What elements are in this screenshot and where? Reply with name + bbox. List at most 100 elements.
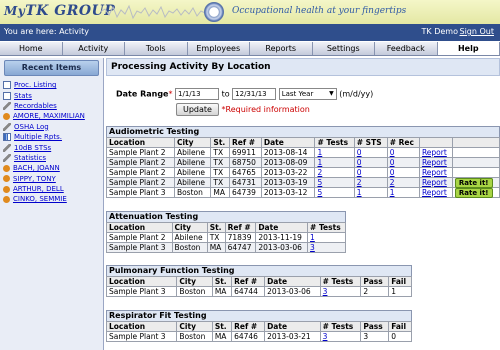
rec-link[interactable]: 1 xyxy=(390,188,395,197)
recent-item[interactable]: CINKO, SEMMIE xyxy=(0,194,103,204)
respirator-section: Respirator Fit Testing Location City St. Re… xyxy=(105,310,412,342)
tests-link[interactable]: 3 xyxy=(310,243,315,252)
header-row: Location City St. Ref # Date # Tests Pass Fail xyxy=(105,276,412,287)
recent-item[interactable]: SIPPY, TONY xyxy=(0,174,103,184)
nav-tab-activity[interactable]: Activity xyxy=(62,42,125,55)
recent-item[interactable]: BACH, JOANN xyxy=(0,163,103,173)
recent-item-link[interactable]: OSHA Log xyxy=(14,123,49,131)
report-link[interactable]: Report xyxy=(422,158,447,167)
cell-tests: 5 xyxy=(314,187,355,198)
tests-link[interactable]: 3 xyxy=(323,332,328,341)
report-link[interactable]: Report xyxy=(422,178,447,187)
tagline: Occupational health at your fingertips xyxy=(232,6,407,16)
recent-item[interactable]: AMORE, MAXIMILIAN xyxy=(0,111,103,121)
tests-link[interactable]: 5 xyxy=(317,178,322,187)
table-row: Sample Plant 2 Abilene TX 71839 2013-11-19 1 xyxy=(106,232,346,243)
cell-tests: 3 xyxy=(319,286,362,297)
recent-item[interactable]: Statistics xyxy=(0,153,103,163)
recent-item-link[interactable]: 10dB STSs xyxy=(14,144,51,152)
table-row: Sample Plant 3 Boston MA 64747 2013-03-06 3 xyxy=(106,242,346,253)
recent-item-link[interactable]: Recordables xyxy=(14,102,57,110)
tests-link[interactable]: 3 xyxy=(323,287,328,296)
nav-tab-settings[interactable]: Settings xyxy=(312,42,375,55)
recent-item-link[interactable]: SIPPY, TONY xyxy=(13,175,56,183)
column-header: City xyxy=(176,321,213,332)
cell-rec: 0 xyxy=(386,167,420,178)
cell-sts: 2 xyxy=(353,177,388,188)
recent-item-link[interactable]: ARTHUR, DELL xyxy=(13,185,64,193)
nav-tab-reports[interactable]: Reports xyxy=(250,42,313,55)
nav-tab-help[interactable]: Help xyxy=(437,42,500,55)
recent-item-link[interactable]: CINKO, SEMMIE xyxy=(13,195,67,203)
logo-tk: TK xyxy=(25,3,49,19)
column-header: Pass xyxy=(360,321,390,332)
cell-location: Sample Plant 3 xyxy=(106,242,173,253)
tests-link[interactable]: 1 xyxy=(310,233,315,242)
sts-link[interactable]: 2 xyxy=(357,178,362,187)
recent-item[interactable]: Proc. Listing xyxy=(0,80,103,90)
report-link[interactable]: Report xyxy=(422,168,447,177)
mytk-logo[interactable]: MyTK GROUP xyxy=(4,3,115,19)
recent-item-link[interactable]: AMORE, MAXIMILIAN xyxy=(13,112,85,120)
cell-location: Sample Plant 3 xyxy=(105,331,178,342)
attenuation-section: Attenuation Testing Location City St. Ref #… xyxy=(106,211,346,253)
date-to-input[interactable] xyxy=(232,88,277,100)
cell-tests: 3 xyxy=(307,242,346,253)
tests-link[interactable]: 5 xyxy=(317,188,322,197)
rec-link[interactable]: 0 xyxy=(390,168,395,177)
recent-item[interactable]: Stats xyxy=(0,90,103,100)
nav-tab-tools[interactable]: Tools xyxy=(125,42,188,55)
column-header: Date xyxy=(260,137,316,148)
nav-tab-employees[interactable]: Employees xyxy=(187,42,250,55)
nav-tab-home[interactable]: Home xyxy=(0,42,63,55)
recent-item-link[interactable]: Stats xyxy=(14,92,32,100)
recent-item[interactable]: 10dB STSs xyxy=(0,142,103,152)
nav-tab-feedback[interactable]: Feedback xyxy=(375,42,438,55)
rec-link[interactable]: 0 xyxy=(390,158,395,167)
sts-link[interactable]: 0 xyxy=(357,158,362,167)
cell-ref: 64739 xyxy=(229,187,262,198)
rec-link[interactable]: 0 xyxy=(390,148,395,157)
tests-link[interactable]: 2 xyxy=(317,168,322,177)
recent-item[interactable]: OSHA Log xyxy=(0,122,103,132)
recent-item[interactable]: Recordables xyxy=(0,101,103,111)
column-header: St. xyxy=(206,222,226,233)
cell-fail: 1 xyxy=(388,286,412,297)
cell-rate xyxy=(451,167,500,178)
date-from-input[interactable] xyxy=(175,88,220,100)
recent-item-link[interactable]: Proc. Listing xyxy=(14,81,56,89)
cell-date: 2013-11-19 xyxy=(255,232,309,243)
recent-item-link[interactable]: Multiple Rpts. xyxy=(14,133,62,141)
cell-st: MA xyxy=(211,286,233,297)
cell-location: Sample Plant 3 xyxy=(106,187,175,198)
cell-ref: 71839 xyxy=(224,232,257,243)
cell-date: 2013-03-19 xyxy=(260,177,316,188)
sign-out-link[interactable]: Sign Out xyxy=(460,27,495,36)
date-range-filter: Date Range* to Last Year ▼ (m/d/yy) xyxy=(116,88,373,100)
update-button[interactable]: Update xyxy=(176,103,219,116)
cell-rec: 1 xyxy=(386,187,420,198)
pulmonary-table: Location City St. Ref # Date # Tests Pass Fail S… xyxy=(105,276,412,297)
rec-link[interactable]: 2 xyxy=(390,178,395,187)
recent-item[interactable]: Multiple Rpts. xyxy=(0,132,103,142)
tests-link[interactable]: 1 xyxy=(317,158,322,167)
sts-link[interactable]: 0 xyxy=(357,168,362,177)
sts-link[interactable]: 1 xyxy=(357,188,362,197)
report-link[interactable]: Report xyxy=(422,188,447,197)
column-header: # Tests xyxy=(307,222,346,233)
sts-link[interactable]: 0 xyxy=(357,148,362,157)
recent-item-link[interactable]: Statistics xyxy=(14,154,46,162)
recent-item[interactable]: ARTHUR, DELL xyxy=(0,184,103,194)
cell-location: Sample Plant 2 xyxy=(106,167,175,178)
cell-tests: 3 xyxy=(319,331,362,342)
rate-it-button[interactable]: Rate it! xyxy=(454,178,493,188)
date-format-hint: (m/d/yy) xyxy=(339,89,374,99)
report-link[interactable]: Report xyxy=(422,148,447,157)
to-label: to xyxy=(221,89,230,99)
rate-it-button[interactable]: Rate it! xyxy=(454,188,493,198)
date-preset-select[interactable]: Last Year ▼ xyxy=(278,88,337,100)
main-nav: Home Activity Tools Employees Reports Setting… xyxy=(0,42,500,56)
tests-link[interactable]: 1 xyxy=(317,148,322,157)
cell-tests: 1 xyxy=(307,232,346,243)
recent-item-link[interactable]: BACH, JOANN xyxy=(13,164,60,172)
